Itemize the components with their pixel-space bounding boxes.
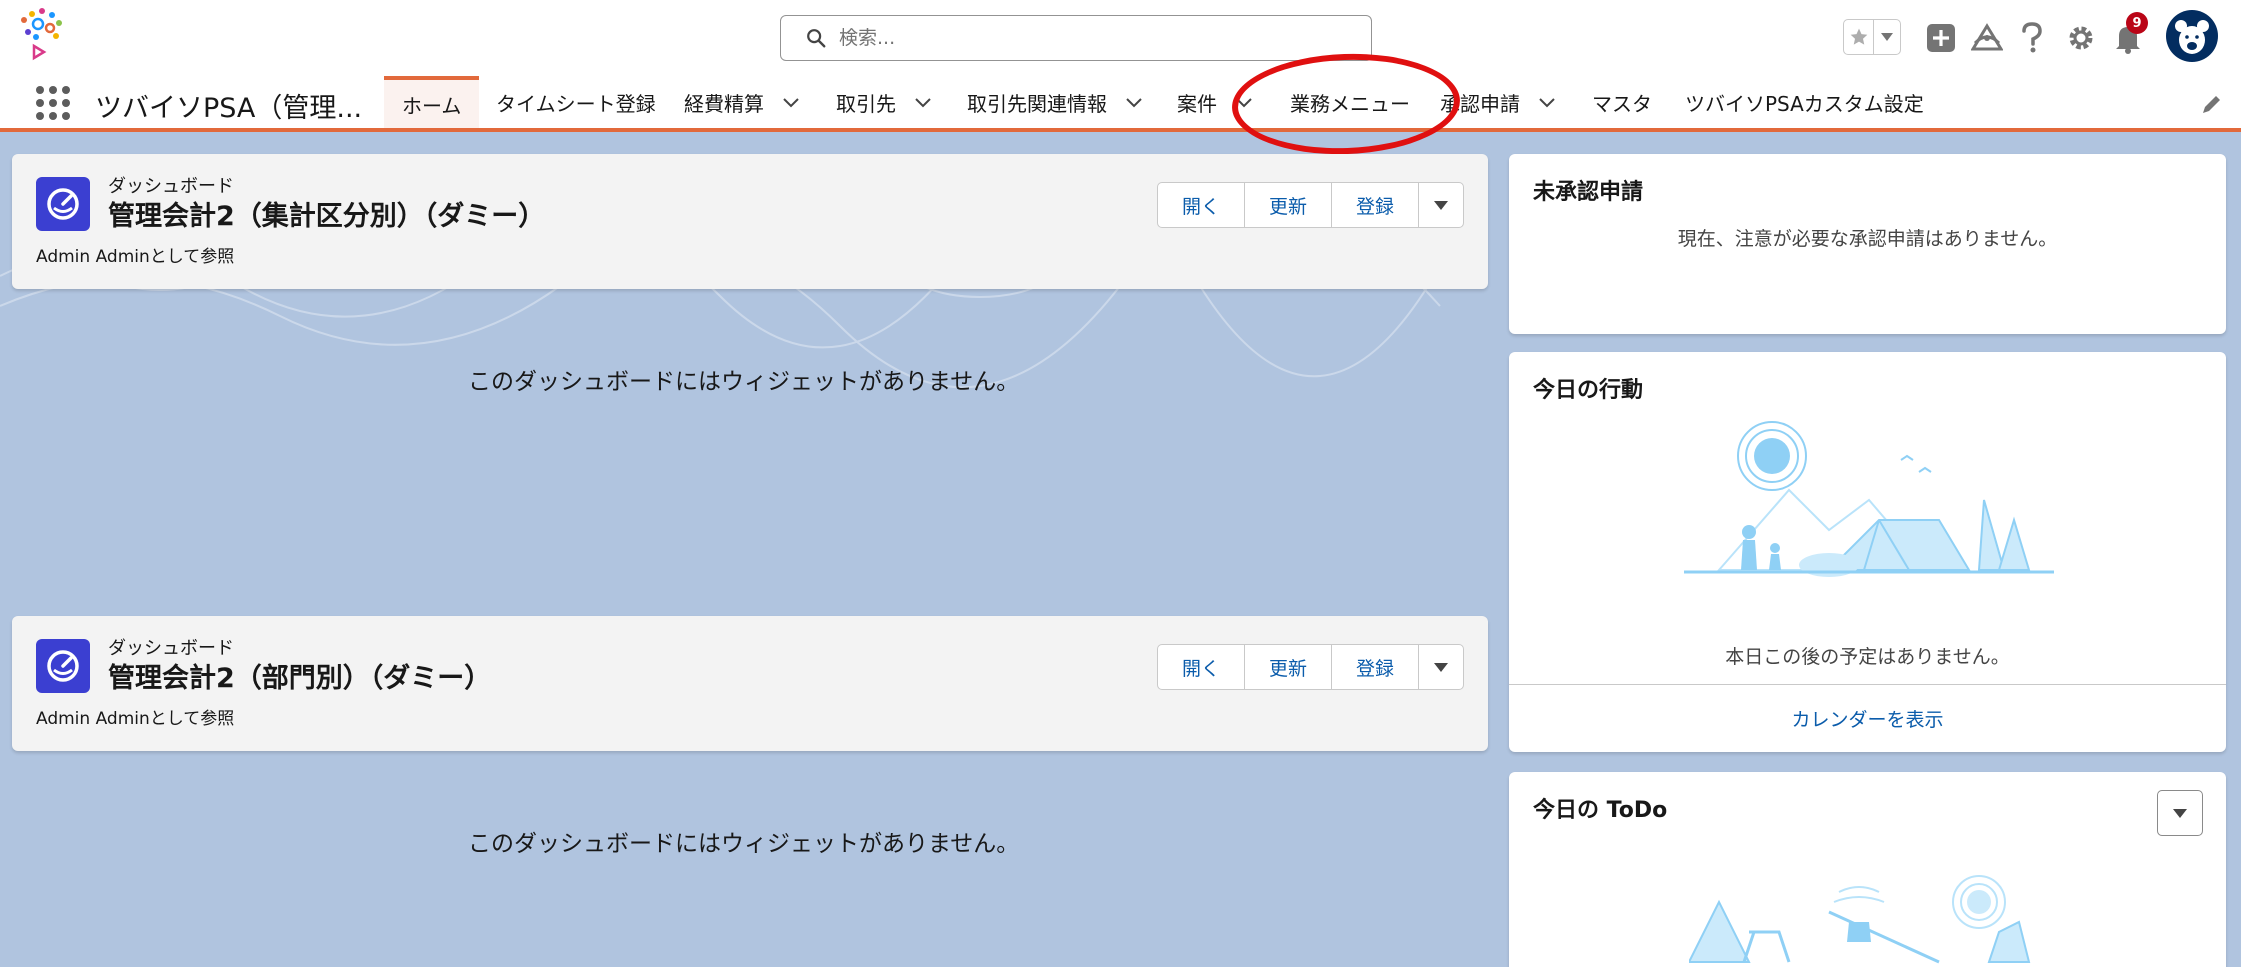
open-button[interactable]: 開く — [1157, 182, 1246, 228]
tab-expenses[interactable]: 経費精算 — [684, 76, 800, 128]
tab-label: ホーム — [402, 93, 462, 118]
global-search[interactable] — [780, 15, 1372, 61]
tab-label: タイムシート登録 — [496, 91, 656, 116]
dashboard-title: 管理会計2（集計区分別）（ダミー） — [108, 201, 546, 232]
notification-count-badge: 9 — [2126, 12, 2148, 34]
chevron-down-icon[interactable] — [782, 93, 800, 111]
edit-nav-pencil-icon[interactable] — [2200, 92, 2224, 116]
camping-illustration — [1684, 421, 2054, 577]
dashboard-card-2: ダッシュボード 管理会計2（部門別）（ダミー） Admin Adminとして参照… — [12, 616, 1488, 751]
dashboard-gauge-icon — [36, 639, 90, 693]
dashboard-title: 管理会計2（部門別）（ダミー） — [108, 663, 492, 694]
tab-home[interactable]: ホーム — [384, 76, 480, 128]
dashboard-actions: 開く 更新 登録 — [1157, 182, 1465, 228]
help-icon[interactable] — [2015, 21, 2049, 55]
tab-label: 経費精算 — [684, 91, 764, 116]
approvals-title: 未承認申請 — [1533, 180, 1644, 205]
today-todo-card: 今日の ToDo — [1509, 772, 2226, 967]
search-icon — [807, 29, 826, 48]
add-icon[interactable] — [1924, 21, 1958, 55]
dashboard-gauge-icon — [36, 177, 90, 231]
empty-dashboard-message: このダッシュボードにはウィジェットがありません。 — [468, 831, 1020, 857]
caret-down-icon — [1434, 662, 1449, 672]
caret-down-icon — [1434, 200, 1449, 210]
app-navigation-bar: ツバイソPSA（管理... ホーム タイムシート登録 経費精算 取引先 取引先関… — [0, 76, 2241, 132]
more-actions-button[interactable] — [1418, 644, 1465, 690]
today-events-empty-message: 本日この後の予定はありません。 — [1725, 646, 2010, 668]
open-button[interactable]: 開く — [1157, 644, 1246, 690]
refresh-button[interactable]: 更新 — [1244, 644, 1333, 690]
view-calendar-link[interactable]: カレンダーを表示 — [1509, 684, 2226, 752]
app-logo-icon[interactable] — [14, 6, 76, 68]
empty-dashboard-message: このダッシュボードにはウィジェットがありません。 — [468, 369, 1020, 395]
tab-label: マスタ — [1592, 91, 1652, 116]
setup-gear-icon[interactable] — [2064, 21, 2098, 55]
tab-label: 取引先関連情報 — [967, 91, 1107, 116]
todo-illustration — [1689, 875, 2031, 964]
tab-label: ツバイソPSAカスタム設定 — [1685, 91, 1924, 116]
chevron-down-icon[interactable] — [1125, 93, 1143, 111]
chevron-down-icon[interactable] — [914, 93, 932, 111]
today-todo-title: 今日の ToDo — [1533, 798, 1668, 823]
tab-custom-settings[interactable]: ツバイソPSAカスタム設定 — [1685, 76, 1924, 128]
tab-master[interactable]: マスタ — [1592, 76, 1652, 128]
tab-accounts[interactable]: 取引先 — [836, 76, 932, 128]
dashboard-card-1: ダッシュボード 管理会計2（集計区分別）（ダミー） Admin Adminとして… — [12, 154, 1488, 289]
approvals-empty-message: 現在、注意が必要な承認申請はありません。 — [1677, 228, 2058, 250]
more-actions-button[interactable] — [1418, 182, 1465, 228]
chevron-down-icon[interactable] — [1538, 93, 1556, 111]
favorites-button[interactable] — [1843, 19, 1901, 55]
app-name: ツバイソPSA（管理... — [95, 93, 363, 124]
favorites-star-icon[interactable] — [1844, 20, 1874, 54]
today-events-title: 今日の行動 — [1533, 378, 1644, 403]
subscribe-button[interactable]: 登録 — [1331, 182, 1420, 228]
tab-label: 案件 — [1177, 91, 1217, 116]
caret-down-icon — [2173, 808, 2187, 818]
search-input[interactable] — [839, 27, 1339, 49]
subscribe-button[interactable]: 登録 — [1331, 644, 1420, 690]
refresh-button[interactable]: 更新 — [1244, 182, 1333, 228]
tab-timesheet[interactable]: タイムシート登録 — [496, 76, 656, 128]
global-header: 9 — [0, 0, 2241, 76]
trailhead-icon[interactable] — [1970, 21, 2004, 55]
todo-menu-button[interactable] — [2157, 790, 2203, 836]
tab-account-related-info[interactable]: 取引先関連情報 — [967, 76, 1143, 128]
dashboard-viewed-as: Admin Adminとして参照 — [36, 709, 235, 729]
user-avatar[interactable] — [2166, 10, 2218, 62]
favorites-dropdown-icon[interactable] — [1874, 20, 1900, 54]
tab-label: 取引先 — [836, 91, 896, 116]
today-events-card: 今日の行動 本日この後の予定はありません。 カレンダーを表示 — [1509, 352, 2226, 752]
dashboard-actions: 開く 更新 登録 — [1157, 644, 1465, 690]
dashboard-viewed-as: Admin Adminとして参照 — [36, 247, 235, 267]
approvals-card: 未承認申請 現在、注意が必要な承認申請はありません。 — [1509, 154, 2226, 334]
app-launcher-icon[interactable] — [36, 86, 70, 120]
